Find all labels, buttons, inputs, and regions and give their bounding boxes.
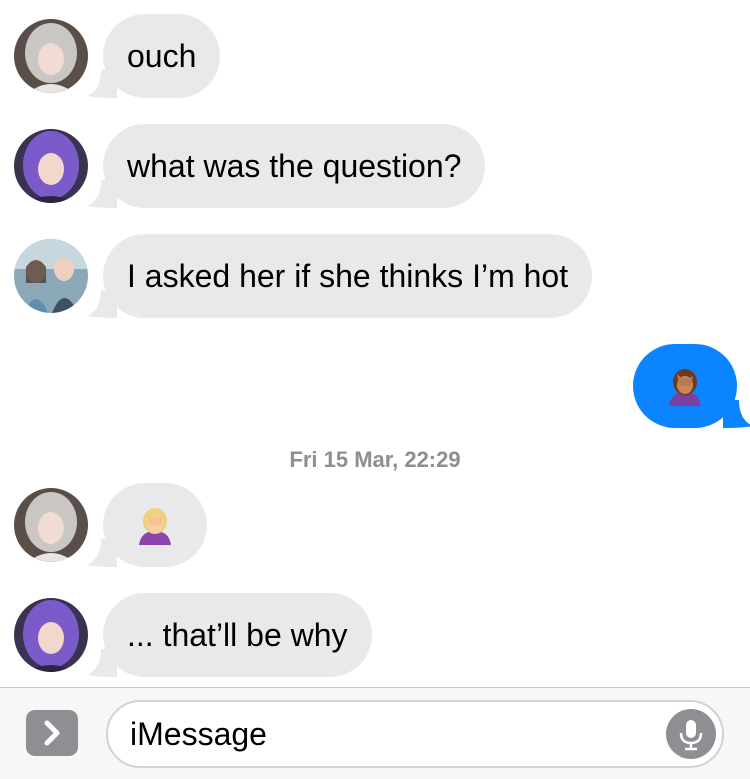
message-text: ... that’ll be why — [127, 617, 348, 653]
incoming-bubble[interactable]: I asked her if she thinks I’m hot — [87, 234, 593, 318]
group-photo-avatar-image — [14, 239, 88, 313]
avatar[interactable] — [14, 488, 88, 562]
avatar[interactable] — [14, 129, 88, 203]
avatar[interactable] — [14, 19, 88, 93]
purple-hair-avatar-image — [14, 598, 88, 672]
bubble-tail — [87, 290, 117, 318]
grey-hair-avatar-image — [14, 19, 88, 93]
microphone-icon — [679, 720, 703, 751]
bubble-tail — [723, 400, 750, 428]
avatar[interactable] — [14, 598, 88, 672]
purple-hair-avatar-image — [14, 129, 88, 203]
bubble-tail — [87, 649, 117, 677]
face-palm-emoji-brown-icon — [669, 369, 701, 406]
grey-hair-avatar-image — [14, 488, 88, 562]
incoming-bubble[interactable]: what was the question? — [87, 124, 486, 208]
face-palm-emoji-blonde-icon — [139, 508, 171, 545]
timestamp: Fri 15 Mar, 22:29 — [289, 447, 461, 472]
message-input-bar: iMessage — [0, 687, 750, 779]
incoming-bubble[interactable]: ouch — [87, 14, 221, 98]
chevron-right-icon — [44, 720, 60, 746]
bubble-tail — [87, 180, 117, 208]
incoming-bubble[interactable] — [87, 483, 207, 567]
bubble-tail — [87, 70, 117, 98]
outgoing-bubble[interactable] — [633, 344, 750, 428]
message-text: I asked her if she thinks I’m hot — [127, 258, 569, 294]
incoming-bubble[interactable]: ... that’ll be why — [87, 593, 372, 677]
apps-button[interactable] — [26, 710, 78, 756]
bubble-tail — [87, 539, 117, 567]
message-text: ouch — [127, 38, 197, 74]
microphone-button[interactable] — [666, 709, 716, 759]
message-input[interactable]: iMessage — [106, 700, 724, 768]
avatar[interactable] — [14, 239, 88, 313]
message-input-placeholder: iMessage — [130, 716, 267, 752]
message-text: what was the question? — [127, 148, 462, 184]
